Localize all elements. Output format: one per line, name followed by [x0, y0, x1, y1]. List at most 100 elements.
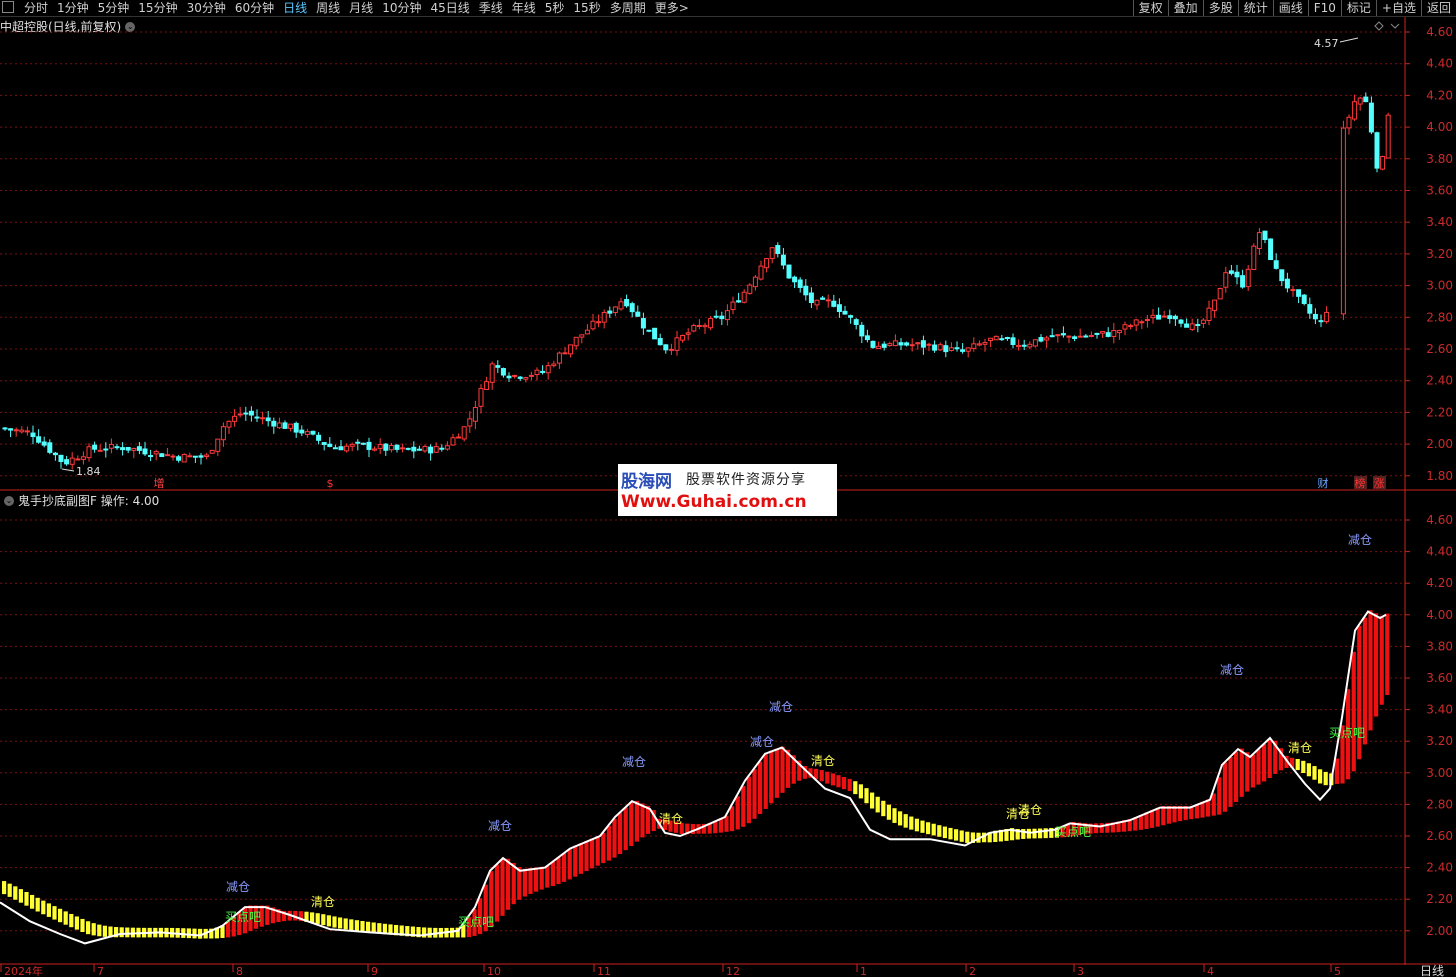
candle-body	[792, 276, 798, 283]
candle-body	[545, 365, 551, 374]
candle-body	[601, 311, 607, 323]
candle-body	[696, 324, 702, 327]
candle-body	[534, 369, 540, 376]
candle-body	[758, 265, 764, 280]
candle-body	[1217, 287, 1223, 300]
candle-body	[1301, 294, 1307, 304]
candle-body	[523, 377, 529, 380]
candle-body	[1296, 289, 1302, 297]
candle-body	[97, 449, 103, 452]
candle-body	[338, 446, 344, 451]
price-axis-label: 4.40	[1426, 57, 1453, 71]
histogram-bar	[830, 773, 835, 786]
histogram-bar	[343, 918, 348, 930]
candle-body	[1184, 323, 1190, 328]
histogram-bar	[30, 894, 35, 909]
indicator-axis-label: 2.00	[1426, 924, 1453, 938]
candle-body	[159, 453, 165, 458]
candle-body	[954, 347, 960, 350]
candle-body	[1038, 337, 1044, 342]
candle-body	[640, 318, 646, 329]
histogram-bar	[1374, 613, 1379, 717]
candle-body	[993, 335, 999, 341]
candle-body	[708, 318, 714, 329]
indicator-axis-label: 2.60	[1426, 829, 1453, 843]
histogram-bar	[1032, 828, 1037, 839]
histogram-bar	[63, 911, 68, 925]
candle-body	[260, 417, 266, 420]
histogram-bar	[959, 830, 964, 842]
candle-body	[596, 321, 602, 324]
candle-body	[248, 410, 254, 416]
price-axis-label: 3.00	[1426, 279, 1453, 293]
candle-body	[372, 448, 378, 451]
candle-body	[170, 455, 176, 458]
candle-body	[803, 285, 809, 296]
histogram-bar	[52, 906, 57, 920]
histogram-bar	[534, 867, 539, 892]
histogram-bar	[774, 748, 779, 798]
indicator-axis-label: 3.80	[1426, 639, 1453, 653]
candle-body	[1100, 331, 1106, 334]
histogram-bar	[769, 750, 774, 804]
date-label: 1	[860, 965, 867, 977]
candle-body	[293, 422, 299, 433]
candle-body	[1044, 337, 1050, 341]
histogram-bar	[881, 800, 886, 817]
histogram-bar	[1228, 757, 1233, 807]
candle-body	[612, 306, 618, 314]
candle-body	[439, 447, 445, 450]
candle-body	[192, 455, 198, 458]
candle-body	[988, 337, 994, 341]
histogram-bar	[730, 806, 735, 832]
candle-body	[444, 445, 450, 450]
candle-body	[1066, 335, 1072, 338]
candle-body	[131, 447, 137, 451]
candle-body	[1128, 325, 1134, 328]
candle-body	[383, 443, 389, 451]
histogram-bar	[578, 843, 583, 874]
candle-body	[282, 422, 288, 429]
indicator-axis-label: 2.20	[1426, 892, 1453, 906]
candle-body	[1268, 238, 1274, 261]
histogram-bar	[366, 921, 371, 933]
candle-body	[982, 342, 988, 345]
candle-body	[456, 436, 462, 439]
histogram-bar	[1301, 760, 1306, 773]
histogram-bar	[629, 802, 634, 847]
candle-body	[1240, 275, 1246, 288]
price-axis-label: 3.60	[1426, 184, 1453, 198]
histogram-bar	[937, 825, 942, 837]
candle-body	[1212, 299, 1218, 311]
candle-body	[943, 345, 949, 353]
histogram-bar	[74, 916, 79, 930]
date-label: 10	[487, 965, 501, 977]
candle-body	[853, 319, 859, 325]
candle-body	[864, 335, 870, 341]
histogram-bar	[69, 913, 74, 928]
histogram-bar	[102, 925, 107, 937]
histogram-bar	[1262, 744, 1267, 782]
candle-body	[607, 310, 613, 314]
histogram-bar	[864, 788, 869, 804]
candle-body	[58, 454, 64, 462]
candle-body	[1094, 332, 1100, 335]
candle-body	[1251, 245, 1257, 270]
signal-label-12: 买点吧	[1055, 825, 1091, 839]
candle-body	[198, 455, 204, 458]
candle-body	[1167, 315, 1173, 320]
candle-body	[226, 420, 232, 428]
candle-body	[506, 375, 512, 379]
signal-label-13: 减仓	[1220, 663, 1244, 677]
candle-body	[915, 342, 921, 345]
candle-body	[377, 444, 383, 449]
price-axis-label: 3.40	[1426, 215, 1453, 229]
candle-body	[859, 324, 865, 337]
candle-body	[1139, 321, 1145, 324]
watermark-url: Www.Guhai.com.cn	[621, 492, 807, 512]
candle-body	[618, 301, 624, 310]
indicator-axis-label: 4.20	[1426, 576, 1453, 590]
signal-label-1: 买点吧	[225, 910, 261, 924]
candle-body	[1116, 330, 1122, 334]
histogram-bar	[1166, 805, 1171, 824]
